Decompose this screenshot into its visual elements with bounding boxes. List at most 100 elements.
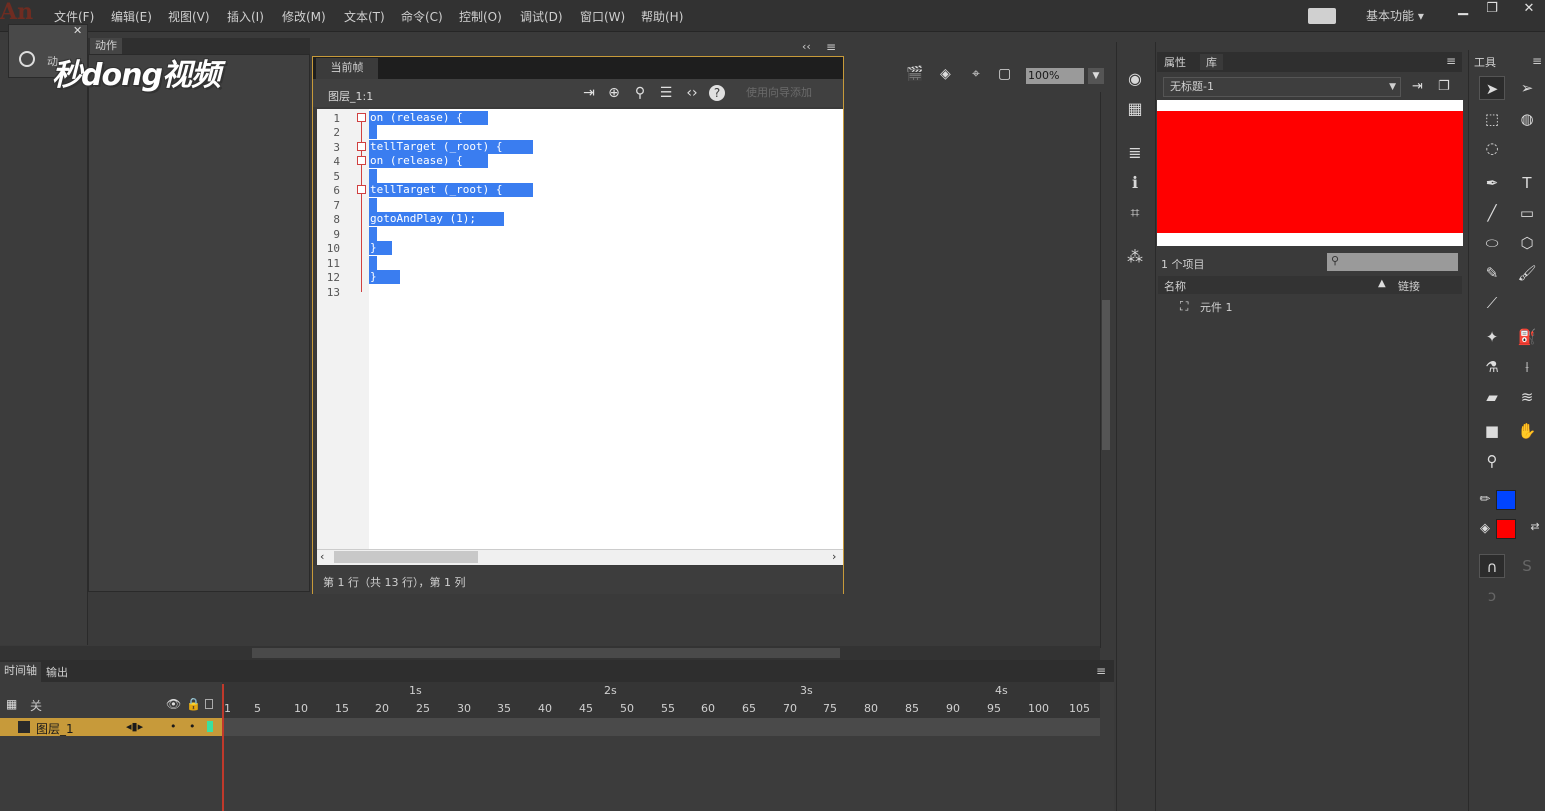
zoom-tool-icon[interactable]: ⚲ — [1479, 449, 1505, 473]
menu-insert[interactable]: 插入(I) — [227, 8, 264, 25]
rectangle-tool-icon[interactable]: ▭ — [1514, 201, 1540, 225]
brush-tool-icon[interactable]: 🖌 — [1514, 261, 1540, 285]
code-line[interactable] — [369, 227, 377, 241]
menu-file[interactable]: 文件(F) — [54, 8, 94, 25]
scrollbar-thumb[interactable] — [252, 648, 840, 658]
frames-row[interactable] — [222, 718, 1100, 736]
line-tool-icon[interactable]: ╱ — [1479, 201, 1505, 225]
pencil-icon[interactable]: ◂▮▸ — [126, 720, 143, 733]
menu-debug[interactable]: 调试(D) — [520, 8, 563, 25]
scene-icon[interactable]: 🎬 — [906, 66, 923, 82]
oval-tool-icon[interactable]: ⬭ — [1479, 231, 1505, 255]
scroll-right-icon[interactable]: › — [832, 550, 836, 563]
workspace-switcher[interactable]: 基本功能 ▾ — [1366, 7, 1424, 24]
help-icon[interactable]: ? — [709, 85, 725, 101]
fill-color-swatch[interactable] — [1496, 519, 1516, 539]
paint-bucket-tool-icon[interactable]: ⛽ — [1514, 325, 1540, 349]
polystar-tool-icon[interactable]: ⬡ — [1514, 231, 1540, 255]
scroll-left-icon[interactable]: ‹ — [320, 550, 324, 563]
eraser-tool-icon[interactable]: ▰ — [1479, 385, 1505, 409]
tab-properties[interactable]: 属性 — [1164, 54, 1186, 70]
minimize-icon[interactable]: ▁ — [1452, 2, 1474, 18]
align-icon[interactable]: ≣ — [1124, 142, 1146, 164]
swap-colors-icon[interactable]: ⇄ — [1522, 515, 1545, 539]
menu-control[interactable]: 控制(O) — [459, 8, 502, 25]
symbol-icon[interactable]: ◈ — [940, 66, 951, 82]
scrollbar-thumb[interactable] — [1102, 300, 1110, 450]
code-line[interactable]: tellTarget (_root) { — [369, 183, 533, 197]
clip-icon[interactable]: ▢ — [998, 66, 1011, 82]
camera-tool-icon[interactable]: ■ — [1479, 419, 1505, 443]
code-line[interactable]: } — [369, 270, 400, 284]
code-line[interactable] — [369, 125, 377, 139]
eyedropper-tool-icon[interactable]: ⟊ — [1514, 355, 1540, 379]
info-icon[interactable]: ℹ — [1124, 172, 1146, 194]
wizard-button[interactable]: 使用向导添加 — [746, 84, 812, 100]
close-icon[interactable]: ✕ — [1518, 2, 1540, 18]
menu-view[interactable]: 视图(V) — [168, 8, 210, 25]
menu-modify[interactable]: 修改(M) — [282, 8, 326, 25]
swatches-icon[interactable]: ▦ — [1124, 98, 1146, 120]
menu-text[interactable]: 文本(T) — [344, 8, 385, 25]
chevron-down-icon[interactable]: ▼ — [1088, 68, 1104, 84]
code-line[interactable] — [369, 256, 377, 270]
panel-menu-icon[interactable]: ≡ — [1532, 54, 1542, 68]
restore-icon[interactable]: ❐ — [1481, 2, 1503, 18]
tab-current-frame[interactable]: 当前帧 — [316, 58, 378, 79]
tab-output[interactable]: 输出 — [46, 664, 68, 680]
scrollbar-thumb[interactable] — [334, 551, 478, 563]
code-text-area[interactable] — [317, 109, 843, 549]
code-line[interactable]: gotoAndPlay (1); — [369, 212, 504, 226]
hand-tool-icon[interactable]: ✋ — [1514, 419, 1540, 443]
new-library-panel-icon[interactable]: ❐ — [1438, 79, 1450, 94]
sort-up-icon[interactable]: ▲ — [1378, 278, 1386, 289]
paint-brush-tool-icon[interactable]: ⟋ — [1479, 291, 1505, 315]
panel-menu-icon[interactable]: ≡ — [1096, 664, 1106, 678]
menu-edit[interactable]: 编辑(E) — [111, 8, 152, 25]
target-icon[interactable]: ⊕ — [605, 84, 623, 102]
find-icon[interactable]: ⚲ — [631, 84, 649, 102]
panel-menu-icon[interactable]: ≡ — [1446, 54, 1456, 68]
width-tool-icon[interactable]: ≋ — [1514, 385, 1540, 409]
code-snippet-icon[interactable]: ‹› — [683, 84, 701, 102]
smooth-icon[interactable]: S — [1514, 554, 1540, 578]
pin-icon[interactable]: ⇥ — [1412, 79, 1423, 94]
library-search-input[interactable]: ⚲ — [1327, 253, 1458, 271]
code-line[interactable]: tellTarget (_root) { — [369, 140, 533, 154]
visibility-dot-icon[interactable]: • — [170, 720, 177, 733]
script-assist-icon[interactable] — [19, 51, 35, 67]
pen-tool-icon[interactable]: ✒ — [1479, 171, 1505, 195]
stroke-color-swatch[interactable] — [1496, 490, 1516, 510]
zoom-select[interactable]: 100% — [1026, 68, 1084, 84]
components-icon[interactable]: ⁂ — [1124, 246, 1146, 268]
menu-command[interactable]: 命令(C) — [401, 8, 443, 25]
ink-bottle-tool-icon[interactable]: ⚗ — [1479, 355, 1505, 379]
code-line[interactable] — [369, 169, 377, 183]
tab-library[interactable]: 库 — [1200, 54, 1223, 70]
column-linkage[interactable]: 链接 — [1398, 278, 1420, 294]
color-palette-icon[interactable]: ◉ — [1124, 68, 1146, 90]
code-line[interactable]: on (release) { — [369, 111, 488, 125]
code-line[interactable] — [369, 198, 377, 212]
lasso-tool-icon[interactable]: ◌ — [1479, 136, 1505, 160]
code-line[interactable]: } — [369, 241, 392, 255]
playhead[interactable] — [222, 684, 230, 811]
subselection-tool-icon[interactable]: ➢ — [1514, 76, 1540, 100]
menu-window[interactable]: 窗口(W) — [580, 8, 625, 25]
fold-toggle-icon[interactable] — [357, 142, 366, 151]
library-item[interactable]: 元件 1 — [1200, 299, 1233, 315]
panel-menu-icon[interactable]: ≡ — [826, 40, 836, 54]
pencil-tool-icon[interactable]: ✎ — [1479, 261, 1505, 285]
straighten-icon[interactable]: ↄ — [1479, 584, 1505, 608]
code-line[interactable]: on (release) { — [369, 154, 488, 168]
column-name[interactable]: 名称 — [1164, 278, 1186, 294]
actions-toolbox[interactable] — [88, 54, 310, 592]
eye-icon[interactable]: 👁 — [166, 697, 181, 711]
outline-color-icon[interactable] — [207, 721, 213, 732]
fold-toggle-icon[interactable] — [357, 113, 366, 122]
tab-timeline[interactable]: 时间轴 — [0, 662, 41, 682]
selection-tool-icon[interactable]: ➤ — [1479, 76, 1505, 100]
menu-help[interactable]: 帮助(H) — [641, 8, 683, 25]
pin-icon[interactable]: ⇥ — [580, 84, 598, 102]
fold-toggle-icon[interactable] — [357, 156, 366, 165]
